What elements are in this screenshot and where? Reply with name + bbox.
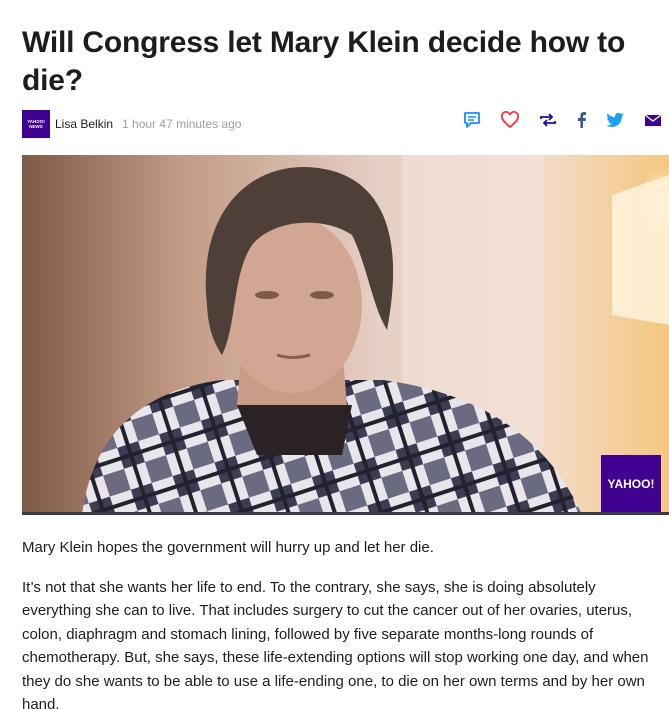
article-headline: Will Congress let Mary Klein decide how …: [22, 26, 626, 97]
video-frame: [22, 155, 669, 515]
article-lead: Mary Klein hopes the government will hur…: [22, 539, 434, 556]
share-bar: [458, 108, 669, 132]
mail-icon[interactable]: [641, 108, 665, 132]
video-progress-bar[interactable]: [22, 512, 669, 515]
facebook-icon[interactable]: [570, 108, 594, 132]
article-paragraph: It’s not that she wants her life to end.…: [22, 579, 649, 709]
comment-icon[interactable]: [460, 108, 484, 132]
publish-time: 1 hour 47 minutes ago: [122, 117, 242, 131]
video-player[interactable]: YAHOO!: [22, 155, 669, 515]
yahoo-video-badge: YAHOO!: [601, 455, 661, 513]
author-name[interactable]: Lisa Belkin: [55, 117, 113, 131]
byline: YAHOO! NEWS Lisa Belkin 1 hour 47 minute…: [22, 110, 241, 138]
retweet-icon[interactable]: [536, 108, 560, 132]
yahoo-news-logo[interactable]: YAHOO! NEWS: [22, 110, 50, 138]
twitter-icon[interactable]: [603, 108, 627, 132]
heart-icon[interactable]: [498, 108, 522, 132]
